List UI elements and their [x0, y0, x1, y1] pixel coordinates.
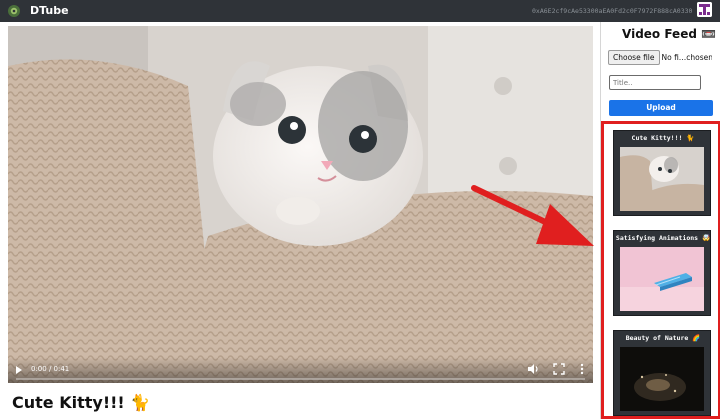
account-address: 0xA6E2cf9cAe53300aEA0Fd2c0F7972F888cA033… — [532, 7, 692, 15]
choose-file-button[interactable]: Choose file — [608, 50, 660, 65]
feed-thumbnail[interactable] — [620, 147, 704, 211]
volume-icon[interactable] — [527, 363, 539, 375]
feed-thumbnail[interactable] — [620, 347, 704, 411]
feed-title: Video Feed 📼 — [622, 27, 717, 41]
video-feed-sidebar: Video Feed 📼 Choose file No fi…chosen Up… — [600, 22, 720, 419]
feed-thumbnail[interactable] — [620, 247, 704, 311]
video-title: Cute Kitty!!! 🐈 — [12, 393, 151, 412]
brand-name[interactable]: DTube — [30, 3, 69, 19]
dtube-logo-icon[interactable] — [7, 4, 21, 18]
feed-item[interactable]: Cute Kitty!!! 🐈 — [613, 130, 711, 216]
progress-bar[interactable] — [16, 378, 585, 380]
player-controls: 0:00 / 0:41 — [8, 357, 593, 383]
upload-button[interactable]: Upload — [609, 100, 713, 116]
feed-item-title: Cute Kitty!!! 🐈 — [631, 134, 695, 142]
title-input[interactable] — [609, 75, 701, 90]
fullscreen-icon[interactable] — [553, 363, 565, 375]
play-icon[interactable] — [16, 366, 22, 374]
feed-item-title: Satisfying Animations 🤯 — [615, 234, 711, 242]
playback-time: 0:00 / 0:41 — [31, 365, 70, 373]
identicon-avatar[interactable] — [697, 2, 712, 17]
more-options-icon[interactable] — [579, 363, 585, 375]
feed-list: Cute Kitty!!! 🐈 Satisfying Animations 🤯 — [601, 121, 720, 419]
red-arrow-annotation — [471, 185, 594, 246]
feed-item[interactable]: Beauty of Nature 🌈 — [613, 330, 711, 416]
file-chooser[interactable]: Choose file No fi…chosen — [608, 50, 712, 65]
feed-item-title: Beauty of Nature 🌈 — [625, 334, 701, 342]
file-name-label: No fi…chosen — [661, 53, 712, 62]
feed-item[interactable]: Satisfying Animations 🤯 — [613, 230, 711, 316]
top-navbar: DTube 0xA6E2cf9cAe53300aEA0Fd2c0F7972F88… — [0, 0, 720, 22]
